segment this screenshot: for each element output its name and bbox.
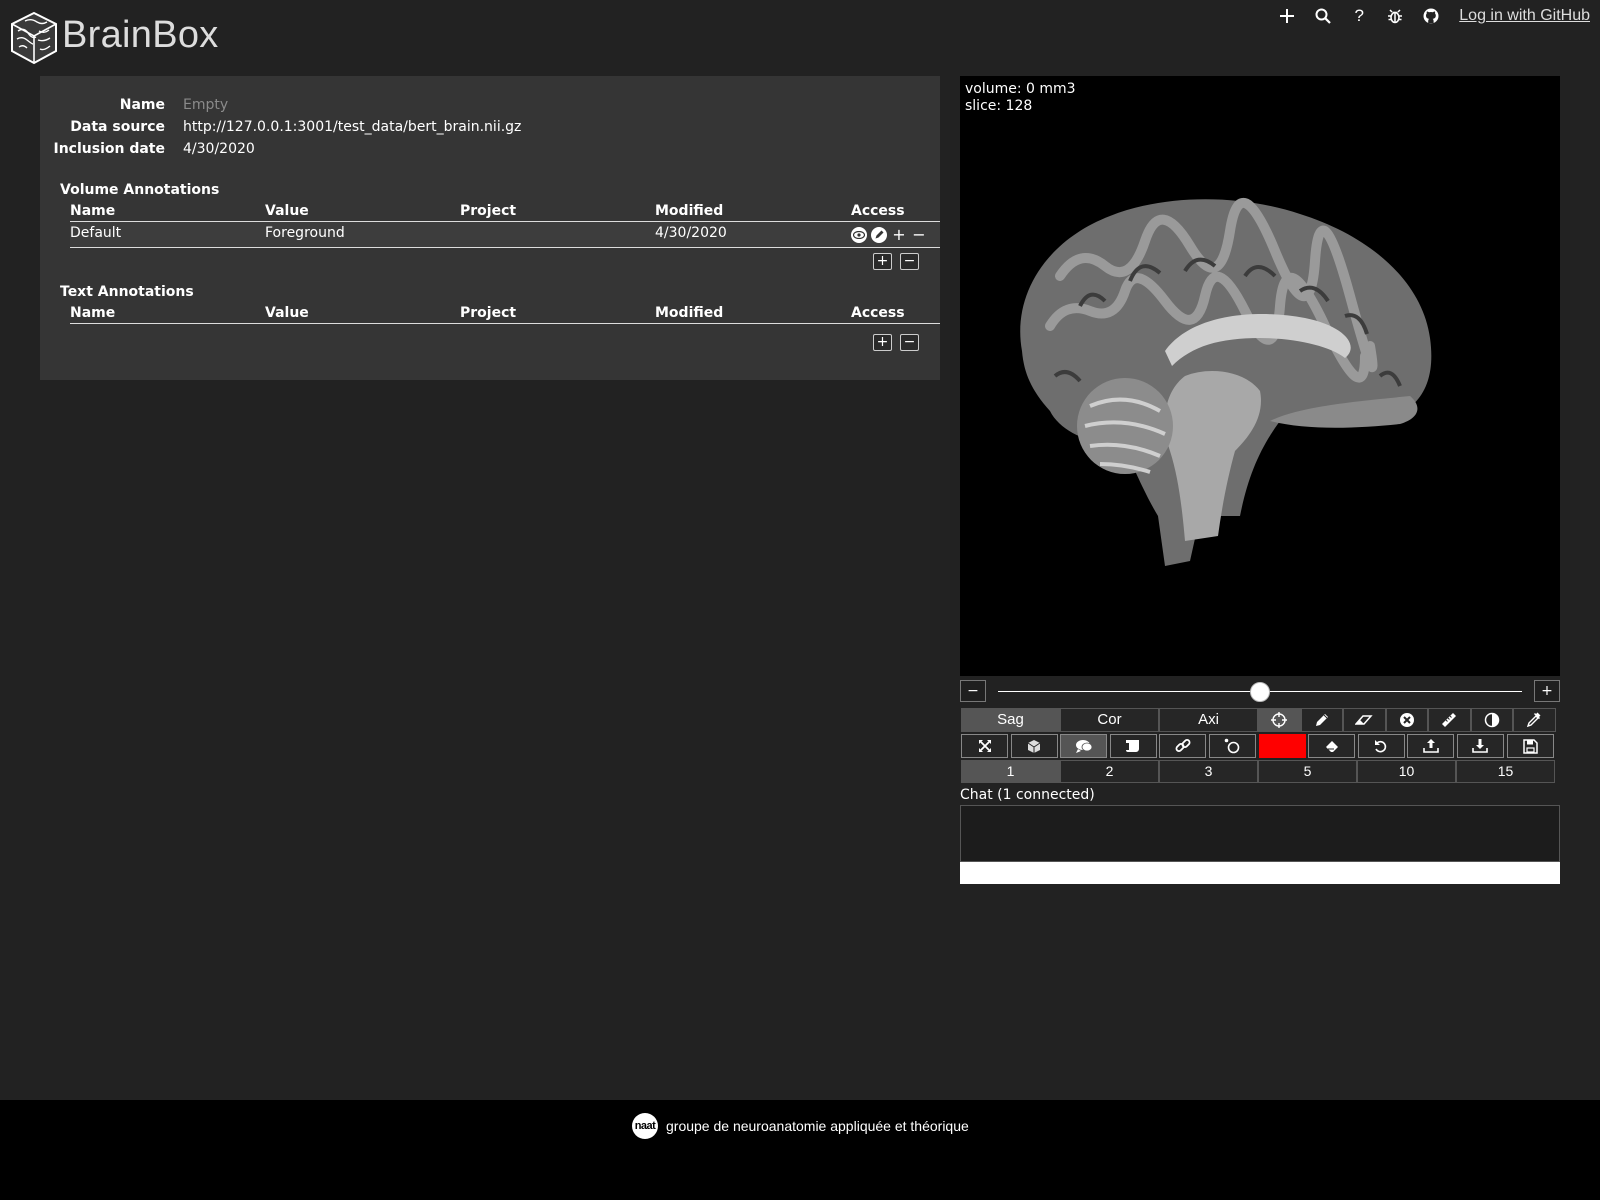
slice-slider[interactable]: − + (960, 680, 1560, 704)
pen-size-3[interactable]: 3 (1159, 760, 1258, 783)
inclusion-date-label: Inclusion date (53, 141, 166, 157)
pencil-icon[interactable] (1300, 708, 1343, 732)
download-icon[interactable] (1456, 734, 1504, 758)
text-annotations-title: Text Annotations (60, 284, 194, 300)
pen-size-15[interactable]: 15 (1456, 760, 1555, 783)
chat-icon[interactable] (1060, 734, 1108, 758)
edit-access-icon[interactable] (871, 227, 887, 243)
crosshair-icon[interactable] (1258, 708, 1301, 732)
plus-icon[interactable] (1269, 4, 1305, 28)
remove-access-button[interactable]: − (911, 227, 927, 243)
column-header-project: Project (460, 305, 517, 321)
footer-content: naat groupe de neuroanatomie appliquée e… (632, 1113, 969, 1139)
tab-axial[interactable]: Axi (1159, 708, 1258, 732)
eraser-icon[interactable] (1343, 708, 1386, 732)
column-header-access: Access (851, 305, 905, 321)
fullscreen-icon[interactable] (961, 734, 1008, 758)
bug-icon[interactable] (1377, 4, 1413, 28)
link-icon[interactable] (1159, 734, 1207, 758)
pen-size-1[interactable]: 1 (961, 760, 1060, 783)
actions-bar (961, 734, 1554, 758)
search-icon[interactable] (1305, 4, 1341, 28)
data-source-value: http://127.0.0.1:3001/test_data/bert_bra… (183, 119, 522, 135)
help-icon[interactable]: ? (1341, 4, 1377, 28)
table-header: Name Value Project Modified Access (70, 202, 940, 222)
remove-text-annotation-button[interactable]: − (900, 334, 919, 351)
annotation-name[interactable]: Default (70, 225, 121, 241)
brainbox-logo (9, 11, 59, 65)
help-label: ? (1354, 6, 1364, 25)
table-row[interactable]: Default Foreground 4/30/2020 + − (70, 222, 940, 248)
annotation-value[interactable]: Foreground (265, 225, 345, 241)
brain-sagittal-slice (1020, 197, 1432, 566)
remove-volume-annotation-button[interactable]: − (900, 253, 919, 270)
column-header-name: Name (70, 305, 116, 321)
view-access-icon[interactable] (851, 227, 867, 243)
naat-logo[interactable]: naat (632, 1113, 658, 1139)
data-source-label: Data source (70, 119, 165, 135)
name-value[interactable]: Empty (183, 97, 228, 113)
chat-label: Chat (1 connected) (960, 787, 1095, 803)
add-access-button[interactable]: + (891, 227, 907, 243)
ruler-icon[interactable] (1428, 708, 1471, 732)
pen-size-bar: 1 2 3 5 10 15 (961, 760, 1555, 784)
undo-icon[interactable] (1357, 734, 1405, 758)
slice-decrement-button[interactable]: − (960, 680, 986, 702)
contrast-icon[interactable] (1470, 708, 1513, 732)
info-panel: Name Empty Data source http://127.0.0.1:… (40, 76, 940, 380)
login-github-link[interactable]: Log in with GitHub (1459, 7, 1590, 25)
tab-sagittal[interactable]: Sag (961, 708, 1060, 732)
upload-icon[interactable] (1407, 734, 1455, 758)
color-swatch[interactable] (1258, 734, 1306, 758)
eyedropper-icon[interactable] (1513, 708, 1556, 732)
volume-annotations-table: Name Value Project Modified Access Defau… (70, 202, 940, 248)
add-text-annotation-button[interactable]: + (873, 334, 892, 351)
tab-coronal[interactable]: Cor (1060, 708, 1159, 732)
pen-size-2[interactable]: 2 (1060, 760, 1159, 783)
script-icon[interactable] (1109, 734, 1157, 758)
add-volume-annotation-button[interactable]: + (873, 253, 892, 270)
volume-annotations-title: Volume Annotations (60, 182, 220, 198)
fill-icon[interactable] (1208, 734, 1256, 758)
column-header-access: Access (851, 203, 905, 219)
pen-size-5[interactable]: 5 (1258, 760, 1357, 783)
3d-render-icon[interactable] (1010, 734, 1058, 758)
pen-size-10[interactable]: 10 (1357, 760, 1456, 783)
chat-log[interactable] (960, 805, 1560, 862)
slider-thumb[interactable] (1250, 682, 1270, 702)
chat-input[interactable] (960, 862, 1560, 884)
column-header-modified: Modified (655, 203, 724, 219)
annotation-modified: 4/30/2020 (655, 225, 727, 241)
access-controls: + − (851, 227, 927, 243)
column-header-project: Project (460, 203, 517, 219)
inclusion-date-value: 4/30/2020 (183, 141, 255, 157)
footer: naat groupe de neuroanatomie appliquée e… (0, 1100, 1600, 1200)
table-header: Name Value Project Modified Access (70, 304, 940, 324)
column-header-name: Name (70, 203, 116, 219)
save-icon[interactable] (1506, 734, 1554, 758)
name-label: Name (119, 97, 165, 113)
app-title[interactable]: BrainBox (62, 14, 219, 57)
paint-bucket-icon[interactable] (1308, 734, 1356, 758)
github-icon[interactable] (1413, 4, 1449, 28)
column-header-value: Value (265, 305, 309, 321)
clear-icon[interactable] (1385, 708, 1428, 732)
slice-increment-button[interactable]: + (1534, 680, 1560, 702)
column-header-modified: Modified (655, 305, 724, 321)
text-annotations-table: Name Value Project Modified Access (70, 304, 940, 324)
view-and-tools-bar: Sag Cor Axi (961, 708, 1556, 732)
column-header-value: Value (265, 203, 309, 219)
footer-text: groupe de neuroanatomie appliquée et thé… (666, 1118, 969, 1134)
brain-viewer-canvas[interactable]: volume: 0 mm3 slice: 128 (960, 76, 1560, 676)
top-navigation: ? Log in with GitHub (1269, 4, 1590, 28)
